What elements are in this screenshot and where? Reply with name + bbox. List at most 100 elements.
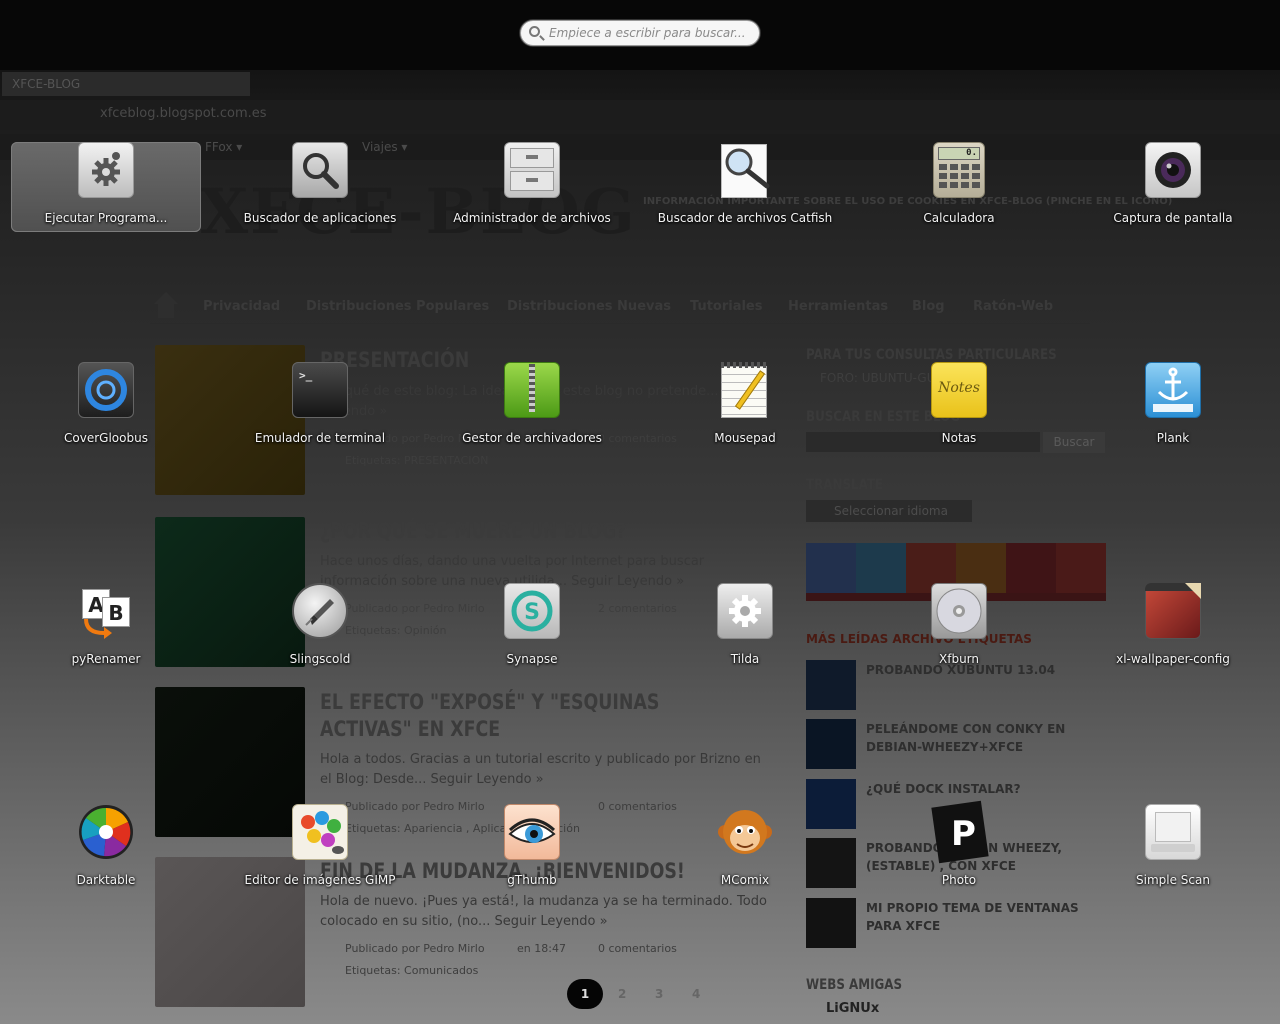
post-comments: 0 comentarios	[598, 942, 677, 955]
app-label: Xfburn	[939, 652, 979, 666]
app-mousepad[interactable]: Mousepad	[650, 362, 840, 452]
archive-manager-icon	[504, 362, 560, 418]
covergloobus-icon	[78, 362, 134, 418]
app-label: Mousepad	[714, 431, 776, 445]
gimp-icon	[292, 804, 348, 860]
app-run-program[interactable]: Ejecutar Programa...	[11, 142, 201, 232]
pager-page-current: 1	[567, 979, 603, 1009]
app-calculator[interactable]: 0. Calculadora	[864, 142, 1054, 232]
nav-item: Ratón-Web	[973, 299, 1053, 314]
browser-tab: XFCE-BLOG	[2, 72, 250, 96]
post-excerpt: Hola a todos. Gracias a un tutorial escr…	[320, 752, 761, 787]
app-label: Tilda	[730, 652, 760, 666]
nav-item: Distribuciones Nuevas	[507, 299, 671, 314]
app-simple-scan[interactable]: Simple Scan	[1078, 804, 1268, 894]
popular-post: MI PROPIO TEMA DE VENTANAS PARA XFCE	[866, 901, 1079, 933]
file-manager-icon	[504, 142, 560, 198]
app-label: Administrador de archivos	[453, 211, 611, 225]
app-search-box[interactable]	[520, 20, 760, 46]
nav-item: Distribuciones Populares	[306, 299, 490, 314]
app-screenshot[interactable]: Captura de pantalla	[1078, 142, 1268, 232]
app-slingscold[interactable]: Slingscold	[225, 583, 415, 673]
app-label: pyRenamer	[71, 652, 141, 666]
app-label: Plank	[1156, 431, 1190, 445]
app-label: Simple Scan	[1136, 873, 1210, 887]
app-label: Slingscold	[289, 652, 351, 666]
app-covergloobus[interactable]: CoverGloobus	[11, 362, 201, 452]
app-label: Buscador de archivos Catfish	[657, 211, 833, 225]
app-darktable[interactable]: Darktable	[11, 804, 201, 894]
app-catfish[interactable]: Buscador de archivos Catfish	[650, 142, 840, 232]
app-label: xl-wallpaper-config	[1116, 652, 1230, 666]
app-synapse[interactable]: S Synapse	[437, 583, 627, 673]
xfburn-icon	[931, 583, 987, 639]
nav-item: Blog	[912, 299, 945, 314]
catfish-icon	[717, 142, 773, 198]
post-time: en 18:47	[517, 942, 566, 955]
nav-item: Herramientas	[788, 299, 889, 314]
app-file-manager[interactable]: Administrador de archivos	[437, 142, 627, 232]
app-label: CoverGloobus	[64, 431, 148, 445]
popular-thumb	[806, 719, 856, 769]
browser-url: xfceblog.blogspot.com.es	[100, 106, 267, 121]
app-finder-icon	[292, 142, 348, 198]
app-pyrenamer[interactable]: A B pyRenamer	[11, 583, 201, 673]
pager-page: 3	[655, 987, 664, 1001]
language-select: Seleccionar idioma	[806, 500, 972, 522]
mcomix-icon	[717, 804, 773, 860]
sidebar-link: LiGNUx	[826, 1001, 880, 1016]
app-app-finder[interactable]: Buscador de aplicaciones	[225, 142, 415, 232]
app-xfburn[interactable]: Xfburn	[864, 583, 1054, 673]
app-terminal[interactable]: >_ Emulador de terminal	[225, 362, 415, 452]
screenshot-icon	[1145, 142, 1201, 198]
terminal-icon: >_	[292, 362, 348, 418]
mousepad-icon	[717, 362, 773, 418]
svg-text:S: S	[524, 600, 540, 625]
app-label: Darktable	[76, 873, 136, 887]
post-tags: Etiquetas: Comunicados	[345, 964, 479, 977]
app-label: Photo	[941, 873, 977, 887]
app-gimp[interactable]: Editor de imágenes GIMP	[225, 804, 415, 894]
sidebar-heading: PARA TUS CONSULTAS PARTICULARES	[806, 347, 1057, 363]
app-label: Ejecutar Programa...	[44, 211, 168, 225]
nav-item: Tutoriales	[690, 299, 763, 314]
app-photo[interactable]: P Photo	[864, 800, 1054, 894]
notes-icon: Notes	[931, 362, 987, 418]
app-archive-manager[interactable]: Gestor de archivadores	[437, 362, 627, 452]
gthumb-icon	[504, 804, 560, 860]
app-label: Notas	[941, 431, 977, 445]
search-icon	[529, 26, 540, 37]
post-title: ¿POR QUÉ SE MUERE UN BLOG?	[320, 519, 627, 543]
photo-icon: P	[931, 800, 989, 864]
app-tilda[interactable]: Tilda	[650, 583, 840, 673]
app-gthumb[interactable]: gThumb	[437, 804, 627, 894]
popular-post: PELEÁNDOME CON CONKY EN DEBIAN-WHEEZY+XF…	[866, 722, 1066, 754]
app-notes[interactable]: Notes Notas	[864, 362, 1054, 452]
app-label: Captura de pantalla	[1113, 211, 1233, 225]
sidebar-heading: TRANSLATE	[806, 477, 884, 493]
app-mcomix[interactable]: MComix	[650, 804, 840, 894]
slingscold-icon	[292, 583, 348, 639]
synapse-icon: S	[504, 583, 560, 639]
app-plank[interactable]: Plank	[1078, 362, 1268, 452]
app-label: Editor de imágenes GIMP	[244, 873, 396, 887]
nav-item: Privacidad	[203, 299, 281, 314]
search-input[interactable]	[549, 24, 753, 42]
app-label: Calculadora	[923, 211, 995, 225]
post-author: Publicado por Pedro Mirlo	[345, 942, 485, 955]
run-program-icon	[78, 142, 134, 198]
popular-thumb	[806, 898, 856, 948]
app-label: Emulador de terminal	[254, 431, 386, 445]
home-icon	[152, 292, 180, 320]
post-title: EL EFECTO "EXPOSÉ" Y "ESQUINAS ACTIVAS" …	[320, 690, 660, 741]
post-excerpt: Hola de nuevo. ¡Pues ya está!, la mudanz…	[320, 894, 767, 929]
plank-icon	[1145, 362, 1201, 418]
app-label: Buscador de aplicaciones	[243, 211, 397, 225]
pager-page: 4	[692, 987, 701, 1001]
app-label: Gestor de archivadores	[462, 431, 602, 445]
app-label: gThumb	[507, 873, 557, 887]
calculator-icon: 0.	[931, 142, 987, 198]
wallpaper-icon	[1145, 583, 1201, 639]
pyrenamer-icon: A B	[78, 583, 134, 639]
app-wallpaper-config[interactable]: xl-wallpaper-config	[1078, 583, 1268, 673]
